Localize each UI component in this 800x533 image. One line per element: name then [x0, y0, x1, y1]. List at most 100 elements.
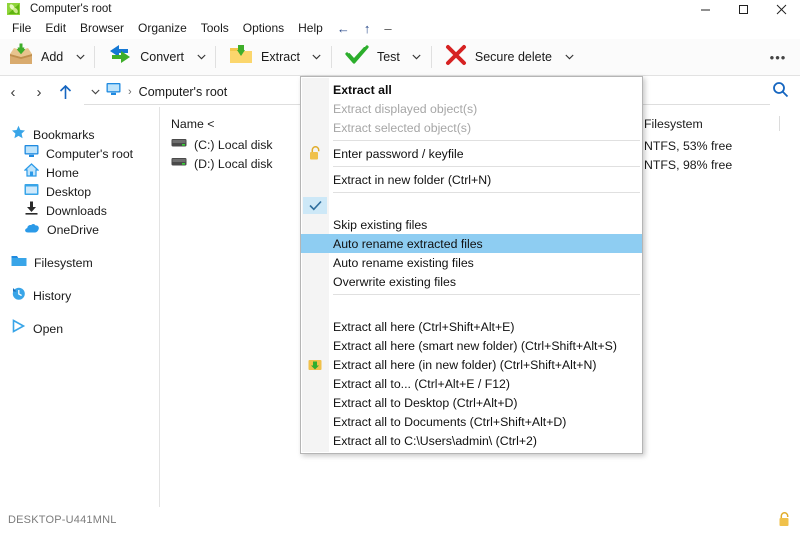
toolbar-separator — [331, 46, 332, 68]
menu-options[interactable]: Options — [236, 18, 291, 39]
sidebar-item-history[interactable]: History — [0, 286, 159, 305]
convert-dropdown-caret-icon[interactable] — [191, 39, 211, 76]
toolbar-separator — [94, 46, 95, 68]
secure-delete-x-icon — [444, 43, 468, 72]
menu-item-label: Extract all — [333, 83, 392, 97]
column-header-filesystem[interactable]: Filesystem — [644, 117, 703, 131]
home-icon — [24, 163, 39, 182]
minimize-button[interactable] — [686, 0, 724, 18]
close-button[interactable] — [762, 0, 800, 18]
nav-back-icon[interactable]: ‹ — [0, 77, 26, 107]
sidebar-item-onedrive[interactable]: OneDrive — [0, 220, 159, 239]
menu-item-extract-all-here-smart-new-folder[interactable]: Extract all here (Ctrl+Shift+Alt+E) — [301, 317, 642, 336]
table-row[interactable]: (D:) Local disk — [171, 154, 273, 173]
test-dropdown-caret-icon[interactable] — [407, 39, 427, 76]
extract-dropdown-caret-icon[interactable] — [307, 39, 327, 76]
collapse-dash-icon[interactable]: – — [377, 18, 398, 39]
menu-item-extract-all-to-users-admin-desktop[interactable]: Extract all to C:\Users\admin\ (Ctrl+2) — [301, 431, 642, 450]
menu-item-label: Extract displayed object(s) — [333, 102, 477, 116]
menu-item-label: Extract all here (smart new folder) (Ctr… — [333, 339, 617, 353]
sidebar-item-label: Filesystem — [34, 256, 93, 270]
menu-item-extract-all-here-in-new-folder[interactable]: Extract all here (smart new folder) (Ctr… — [301, 336, 642, 355]
convert-button-label: Convert — [140, 50, 184, 64]
nav-up-icon[interactable] — [52, 77, 78, 107]
sidebar-item-label: OneDrive — [47, 223, 99, 237]
menu-item-extract-all[interactable]: Extract all — [301, 80, 642, 99]
sidebar-item-label: Downloads — [46, 204, 107, 218]
menu-item-enter-password-keyfile[interactable]: Enter password / keyfile — [301, 144, 642, 163]
menu-bar: File Edit Browser Organize Tools Options… — [0, 18, 800, 39]
menu-separator — [333, 192, 640, 193]
breadcrumb-separator-icon: › — [121, 86, 139, 98]
padlock-open-icon — [307, 146, 323, 162]
sidebar-item-downloads[interactable]: Downloads — [0, 201, 159, 220]
breadcrumb-dropdown-caret-icon[interactable] — [84, 89, 106, 95]
up-arrow-icon[interactable]: ↑ — [357, 18, 378, 39]
menu-item-ask-before-overwriting[interactable]: Overwrite existing files — [301, 272, 642, 291]
menu-item-skip-existing-files[interactable] — [301, 196, 642, 215]
menu-organize[interactable]: Organize — [131, 18, 194, 39]
menu-item-label: Extract selected object(s) — [333, 121, 471, 135]
toolbar-group-add: Add — [0, 39, 90, 76]
file-name: (C:) Local disk — [194, 138, 273, 152]
menu-help[interactable]: Help — [291, 18, 330, 39]
menu-item-label: Extract all here (Ctrl+Shift+Alt+E) — [333, 320, 514, 334]
menu-item-extract-in-new-folder[interactable]: Extract in new folder (Ctrl+N) — [301, 170, 642, 189]
sidebar-item-bookmarks[interactable]: Bookmarks — [0, 125, 159, 144]
toolbar-group-test: Test — [336, 39, 427, 76]
menu-item-overwrite-existing-files[interactable]: Auto rename existing files — [301, 253, 642, 272]
add-button[interactable]: Add — [0, 39, 70, 76]
status-machine-name: DESKTOP-U441MNL — [8, 514, 117, 526]
menu-item-label: Skip existing files — [333, 218, 427, 232]
menu-item-extract-all-to-documents[interactable]: Extract all to Desktop (Ctrl+Alt+D) — [301, 393, 642, 412]
sidebar-item-open[interactable]: Open — [0, 319, 159, 338]
menu-item-extract-all-to-desktop[interactable]: Extract all to... (Ctrl+Alt+E / F12) — [301, 374, 642, 393]
menu-item-label: Extract in new folder (Ctrl+N) — [333, 173, 491, 187]
file-filesystem: NTFS, 98% free — [644, 158, 732, 172]
sidebar-item-home[interactable]: Home — [0, 163, 159, 182]
convert-button[interactable]: Convert — [99, 39, 191, 76]
back-arrow-icon[interactable]: ← — [330, 18, 357, 39]
sidebar-spacer — [0, 305, 159, 319]
sidebar-item-label: Desktop — [46, 185, 91, 199]
table-row[interactable]: (C:) Local disk — [171, 135, 273, 154]
sidebar-spacer — [0, 272, 159, 286]
sidebar-item-desktop[interactable]: Desktop — [0, 182, 159, 201]
menu-file[interactable]: File — [5, 18, 38, 39]
sidebar-item-computers-root[interactable]: Computer's root — [0, 144, 159, 163]
menu-item-auto-rename-existing-files[interactable]: Auto rename extracted files — [301, 234, 642, 253]
sidebar-item-filesystem[interactable]: Filesystem — [0, 253, 159, 272]
nav-forward-icon[interactable]: › — [26, 77, 52, 107]
toolbar-overflow-button[interactable]: ••• — [764, 39, 792, 76]
menu-item-label: Extract all to C:\Users\admin\ (Ctrl+2) — [333, 434, 537, 448]
secure-delete-dropdown-caret-icon[interactable] — [559, 39, 579, 76]
padlock-icon[interactable] — [778, 512, 791, 532]
menu-item-extract-all-to-users-admin[interactable]: Extract all to Documents (Ctrl+Shift+Alt… — [301, 412, 642, 431]
add-dropdown-caret-icon[interactable] — [70, 39, 90, 76]
sidebar-item-label: Computer's root — [46, 147, 133, 161]
file-filesystem: NTFS, 53% free — [644, 139, 732, 153]
menu-item-label: Overwrite existing files — [333, 275, 456, 289]
sidebar: Bookmarks Computer's root Home — [0, 107, 160, 507]
toolbar-group-extract: Extract — [220, 39, 327, 76]
menu-tools[interactable]: Tools — [194, 18, 236, 39]
star-icon — [11, 125, 26, 145]
sidebar-item-label: Open — [33, 322, 63, 336]
menu-edit[interactable]: Edit — [38, 18, 73, 39]
search-icon — [772, 81, 789, 103]
menu-item-extract-all-to[interactable]: Extract all here (in new folder) (Ctrl+S… — [301, 355, 642, 374]
menu-item-extract-all-here[interactable] — [301, 298, 642, 317]
secure-delete-button[interactable]: Secure delete — [436, 39, 559, 76]
menu-item-auto-rename-extracted-files[interactable]: Skip existing files — [301, 215, 642, 234]
column-header-name[interactable]: Name < — [171, 117, 214, 131]
column-divider[interactable] — [779, 116, 780, 131]
file-name: (D:) Local disk — [194, 157, 273, 171]
menu-browser[interactable]: Browser — [73, 18, 131, 39]
maximize-button[interactable] — [724, 0, 762, 18]
add-button-label: Add — [41, 50, 63, 64]
test-button[interactable]: Test — [336, 39, 407, 76]
search-button[interactable] — [766, 77, 794, 107]
download-icon — [24, 201, 39, 220]
test-button-label: Test — [377, 50, 400, 64]
extract-button[interactable]: Extract — [220, 39, 307, 76]
